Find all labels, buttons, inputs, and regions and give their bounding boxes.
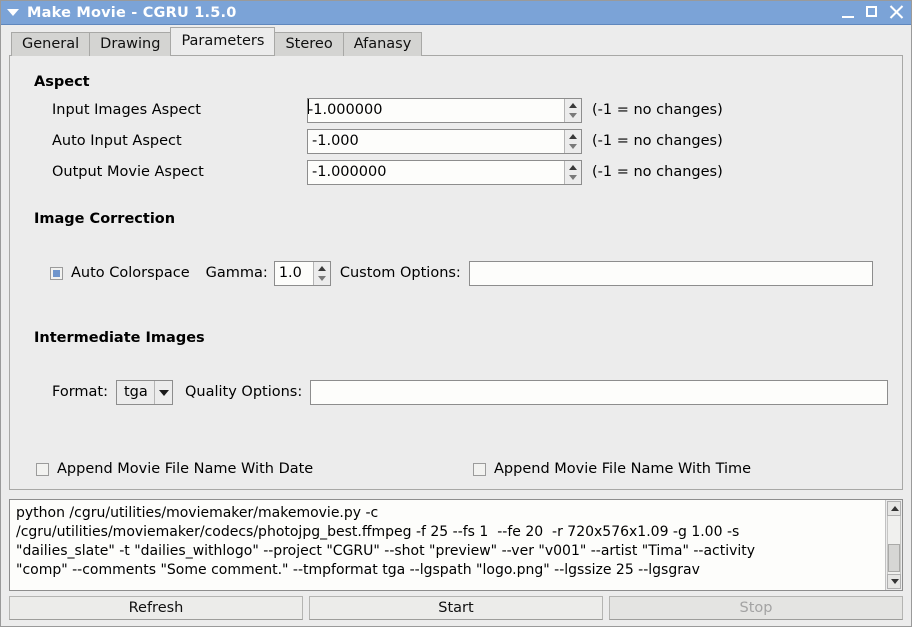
tab-drawing[interactable]: Drawing	[89, 32, 172, 56]
append-time-checkbox-group[interactable]: Append Movie File Name With Time	[473, 461, 751, 477]
gamma-label: Gamma:	[205, 265, 268, 281]
custom-options-label: Custom Options:	[339, 265, 461, 281]
output-movie-aspect-label: Output Movie Aspect	[52, 164, 204, 180]
append-date-checkbox-group[interactable]: Append Movie File Name With Date	[22, 461, 473, 477]
spinner-down-icon[interactable]	[314, 273, 330, 285]
command-console[interactable]: python /cgru/utilities/moviemaker/makemo…	[9, 499, 903, 591]
input-images-aspect-hint: (-1 = no changes)	[592, 102, 723, 118]
console-scrollbar[interactable]	[885, 500, 902, 590]
window-body: General Drawing Parameters Stereo Afanas…	[1, 25, 911, 626]
auto-input-aspect-hint: (-1 = no changes)	[592, 133, 723, 149]
tab-general[interactable]: General	[11, 32, 91, 56]
auto-input-aspect-input[interactable]	[308, 129, 564, 153]
spinner-up-icon[interactable]	[565, 130, 581, 142]
append-date-checkbox[interactable]	[36, 462, 49, 476]
scrollbar-track[interactable]	[887, 516, 901, 574]
close-icon[interactable]	[889, 5, 904, 20]
auto-input-aspect-row: Auto Input Aspect (-1 = no changes)	[22, 127, 890, 155]
spinner-up-icon[interactable]	[314, 262, 330, 274]
auto-colorspace-checkbox[interactable]	[50, 266, 63, 280]
intermediate-images-group-title: Intermediate Images	[34, 330, 205, 346]
scrollbar-thumb[interactable]	[888, 544, 900, 572]
output-movie-aspect-hint: (-1 = no changes)	[592, 164, 723, 180]
aspect-group-title: Aspect	[34, 74, 90, 90]
window-title: Make Movie - CGRU 1.5.0	[27, 4, 237, 21]
console-line-2: /cgru/utilities/moviemaker/codecs/photoj…	[16, 524, 740, 540]
auto-input-aspect-spin-buttons[interactable]	[564, 129, 581, 153]
quality-options-label: Quality Options:	[184, 384, 303, 400]
output-movie-aspect-spinner[interactable]	[307, 159, 582, 185]
minimize-icon[interactable]	[841, 5, 856, 20]
quality-options-input[interactable]	[310, 379, 889, 405]
append-time-checkbox[interactable]	[473, 462, 486, 476]
window-controls	[841, 5, 907, 20]
output-movie-aspect-row: Output Movie Aspect (-1 = no changes)	[22, 158, 890, 186]
make-movie-window: Make Movie - CGRU 1.5.0 General Drawing …	[0, 0, 912, 627]
arrow-up-icon[interactable]	[887, 501, 901, 516]
auto-input-aspect-label: Auto Input Aspect	[52, 133, 182, 149]
spinner-down-icon[interactable]	[565, 110, 581, 122]
input-images-aspect-spinner[interactable]	[307, 97, 582, 123]
gamma-spinner[interactable]	[273, 260, 331, 286]
custom-options-input[interactable]	[468, 260, 873, 286]
triangle-down-icon[interactable]	[7, 9, 19, 16]
maximize-icon[interactable]	[865, 5, 880, 20]
gamma-input[interactable]	[274, 261, 313, 285]
image-correction-row: Auto Colorspace Gamma: Custom Options:	[22, 259, 890, 287]
image-correction-group-title: Image Correction	[34, 211, 176, 227]
start-button[interactable]: Start	[309, 596, 603, 620]
output-movie-aspect-spin-buttons[interactable]	[564, 160, 581, 184]
append-date-label: Append Movie File Name With Date	[57, 461, 314, 477]
tab-parameters[interactable]: Parameters	[170, 27, 276, 54]
input-images-aspect-row: Input Images Aspect (-1 = no changes)	[22, 96, 890, 124]
auto-input-aspect-spinner[interactable]	[307, 128, 582, 154]
input-images-aspect-input[interactable]	[308, 98, 564, 122]
auto-colorspace-label: Auto Colorspace	[71, 265, 190, 281]
arrow-down-icon[interactable]	[887, 574, 901, 589]
gamma-spin-buttons[interactable]	[312, 261, 330, 285]
command-console-text: python /cgru/utilities/moviemaker/makemo…	[10, 500, 885, 590]
input-images-aspect-spin-buttons[interactable]	[564, 98, 581, 122]
output-movie-aspect-input[interactable]	[308, 160, 564, 184]
append-options-row: Append Movie File Name With Date Append …	[22, 455, 890, 483]
spinner-down-icon[interactable]	[565, 141, 581, 153]
format-label: Format:	[52, 384, 108, 400]
tab-stereo[interactable]: Stereo	[274, 32, 344, 56]
tab-afanasy[interactable]: Afanasy	[342, 32, 423, 56]
console-line-3: "dailies_slate" -t "dailies_withlogo" --…	[16, 543, 756, 559]
window-titlebar: Make Movie - CGRU 1.5.0	[1, 1, 911, 25]
input-images-aspect-label: Input Images Aspect	[52, 102, 201, 118]
tab-bar: General Drawing Parameters Stereo Afanas…	[1, 25, 911, 56]
spinner-down-icon[interactable]	[565, 172, 581, 184]
chevron-down-icon[interactable]	[153, 380, 173, 404]
append-time-label: Append Movie File Name With Time	[494, 461, 752, 477]
format-dropdown[interactable]: tga	[115, 379, 173, 405]
console-line-4: "comp" --comments "Some comment." --tmpf…	[16, 562, 700, 578]
parameters-panel: Aspect Input Images Aspect (-1 = no chan…	[9, 55, 903, 490]
spinner-up-icon[interactable]	[565, 99, 581, 111]
console-line-1: python /cgru/utilities/moviemaker/makemo…	[16, 505, 379, 521]
intermediate-images-row: Format: tga Quality Options:	[22, 378, 890, 406]
auto-colorspace-checkbox-group[interactable]: Auto Colorspace	[22, 265, 190, 281]
action-button-bar: Refresh Start Stop	[9, 596, 903, 620]
format-dropdown-value: tga	[123, 384, 148, 400]
refresh-button[interactable]: Refresh	[9, 596, 303, 620]
stop-button: Stop	[609, 596, 903, 620]
spinner-up-icon[interactable]	[565, 161, 581, 173]
